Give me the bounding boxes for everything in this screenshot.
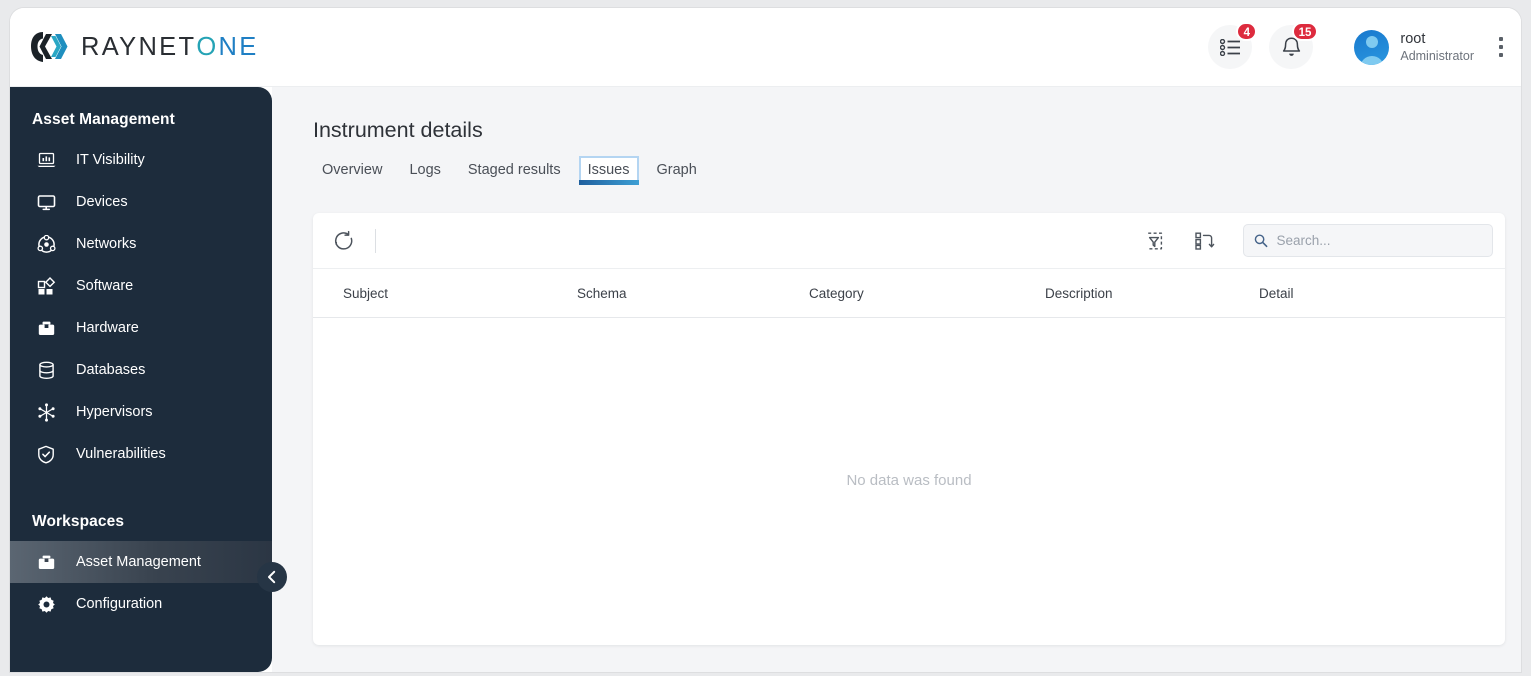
- reset-filter-icon: [1148, 232, 1163, 249]
- toolbar-divider: [375, 228, 376, 253]
- sidebar-item-networks[interactable]: Networks: [10, 223, 272, 265]
- sidebar-item-label: Hardware: [76, 320, 139, 336]
- sidebar-item-hypervisors[interactable]: Hypervisors: [10, 391, 272, 433]
- task-list-icon: [1219, 38, 1240, 56]
- brand-logo[interactable]: RAYNET O NE: [30, 30, 259, 64]
- tab-overview[interactable]: Overview: [313, 156, 391, 185]
- page-title: Instrument details: [313, 118, 483, 142]
- sidebar-item-label: IT Visibility: [76, 152, 145, 168]
- brand-wordmark: RAYNET O NE: [81, 33, 259, 62]
- sidebar-item-configuration[interactable]: Configuration: [10, 583, 272, 625]
- notifications-badge: 15: [1291, 22, 1319, 41]
- issues-table-card: Subject Schema Category Description Deta…: [313, 213, 1505, 645]
- shield-check-icon: [36, 444, 56, 464]
- column-header-category[interactable]: Category: [809, 286, 1045, 301]
- tasks-button[interactable]: 4: [1208, 22, 1258, 69]
- main-content: Instrument details Overview Logs Staged …: [272, 87, 1521, 672]
- toolbox-icon: [36, 318, 56, 338]
- table-toolbar: [313, 213, 1505, 268]
- database-icon: [36, 360, 56, 380]
- sidebar-item-asset-management[interactable]: Asset Management: [10, 541, 272, 583]
- sidebar-item-label: Networks: [76, 236, 137, 252]
- tab-staged-results[interactable]: Staged results: [459, 156, 570, 185]
- column-header-description[interactable]: Description: [1045, 286, 1259, 301]
- gear-icon: [36, 594, 56, 614]
- tasks-badge: 4: [1236, 22, 1258, 41]
- refresh-button[interactable]: [327, 224, 361, 258]
- sidebar-item-it-visibility[interactable]: IT Visibility: [10, 139, 272, 181]
- app-window: RAYNET O NE 4 15 root Administrator Asse…: [10, 8, 1521, 672]
- user-name: root: [1400, 30, 1426, 47]
- raynet-logo-icon: [30, 30, 68, 64]
- avatar: [1354, 29, 1390, 65]
- laptop-chart-icon: [36, 150, 56, 170]
- logo-text-part2-ne: NE: [218, 32, 259, 61]
- reset-filter-button[interactable]: [1139, 224, 1173, 258]
- tab-issues[interactable]: Issues: [578, 156, 639, 185]
- tab-bar: Overview Logs Staged results Issues Grap…: [272, 143, 1521, 185]
- search-icon: [1254, 234, 1268, 248]
- reset-columns-icon: [1195, 232, 1215, 250]
- user-role: Administrator: [1400, 48, 1474, 63]
- sidebar: Asset Management IT Visibility Devices N…: [10, 87, 287, 672]
- column-header-schema[interactable]: Schema: [577, 286, 809, 301]
- sidebar-item-databases[interactable]: Databases: [10, 349, 272, 391]
- tab-logs[interactable]: Logs: [400, 156, 449, 185]
- empty-state-message: No data was found: [846, 472, 972, 489]
- toolbox-icon: [36, 552, 56, 572]
- sidebar-item-label: Databases: [76, 362, 146, 378]
- sidebar-item-label: Hypervisors: [76, 404, 153, 420]
- refresh-icon: [334, 230, 353, 250]
- hypervisor-icon: [36, 402, 56, 422]
- chevron-left-icon: [268, 570, 276, 584]
- toolbar-right-actions: [1139, 224, 1493, 258]
- sidebar-item-software[interactable]: Software: [10, 265, 272, 307]
- software-grid-icon: [36, 276, 56, 296]
- logo-text-part1: RAYNET: [81, 32, 197, 61]
- top-header: RAYNET O NE 4 15 root Administrator: [10, 8, 1521, 87]
- sidebar-section-title: Asset Management: [32, 111, 175, 128]
- sidebar-item-label: Vulnerabilities: [76, 446, 166, 462]
- sidebar-item-vulnerabilities[interactable]: Vulnerabilities: [10, 433, 272, 475]
- network-hub-icon: [36, 234, 56, 254]
- user-menu[interactable]: root Administrator: [1354, 29, 1474, 65]
- monitor-icon: [36, 192, 56, 212]
- sidebar-item-hardware[interactable]: Hardware: [10, 307, 272, 349]
- sidebar-workspaces-title: Workspaces: [32, 513, 125, 530]
- sidebar-item-devices[interactable]: Devices: [10, 181, 272, 223]
- sidebar-collapse-button[interactable]: [257, 562, 287, 592]
- search-box[interactable]: [1243, 224, 1493, 257]
- reset-columns-button[interactable]: [1187, 224, 1221, 258]
- logo-text-part2-o: O: [196, 32, 219, 61]
- tab-graph[interactable]: Graph: [648, 156, 706, 185]
- header-actions: 4 15 root Administrator: [1208, 22, 1503, 69]
- column-header-detail[interactable]: Detail: [1259, 286, 1294, 301]
- more-options-icon[interactable]: [1499, 37, 1503, 57]
- sidebar-item-label: Devices: [76, 194, 128, 210]
- sidebar-item-label: Software: [76, 278, 134, 294]
- notifications-button[interactable]: 15: [1269, 22, 1319, 69]
- sidebar-item-label: Asset Management: [76, 554, 201, 570]
- column-header-subject[interactable]: Subject: [343, 286, 577, 301]
- sidebar-item-label: Configuration: [76, 596, 163, 612]
- search-input[interactable]: [1276, 233, 1482, 248]
- table-header-row: Subject Schema Category Description Deta…: [313, 268, 1505, 318]
